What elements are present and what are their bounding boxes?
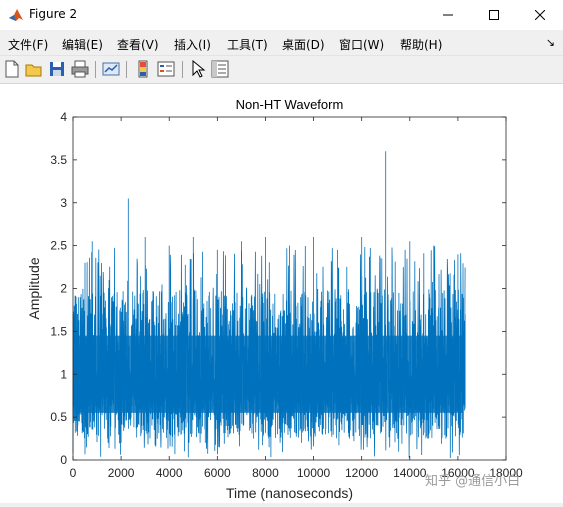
menu-view[interactable]: 查看(V): [117, 36, 159, 53]
figure-canvas: 0 2000 4000 6000 8000 10000 12000 14000 16000 180…: [0, 84, 563, 503]
x-tick-label: 8000: [252, 466, 279, 480]
pointer-icon[interactable]: [189, 60, 207, 78]
close-icon: [535, 10, 545, 20]
x-tick-label: 6000: [204, 466, 231, 480]
x-axis-label: Time (nanoseconds): [226, 485, 353, 501]
maximize-icon: [489, 10, 499, 20]
x-tick-label: 12000: [345, 466, 379, 480]
menu-insert[interactable]: 插入(I): [174, 36, 211, 53]
title-bar: Figure 2: [0, 0, 563, 30]
menu-file[interactable]: 文件(F): [8, 36, 48, 53]
new-figure-icon[interactable]: [3, 60, 21, 78]
y-tick-label: 2: [60, 282, 67, 296]
y-tick-label: 2.5: [50, 239, 67, 253]
chart-title: Non-HT Waveform: [236, 97, 344, 112]
y-tick-label: 1.5: [50, 324, 67, 338]
save-icon[interactable]: [48, 60, 66, 78]
menu-edit[interactable]: 编辑(E): [62, 36, 103, 53]
y-tick-label: 0.5: [50, 410, 67, 424]
x-tick-label: 2000: [108, 466, 135, 480]
toolbar: [0, 56, 563, 84]
y-axis-label: Amplitude: [26, 257, 42, 319]
y-tick-label: 4: [60, 110, 67, 124]
y-tick-label: 0: [60, 453, 67, 467]
close-button[interactable]: [517, 0, 563, 30]
x-tick-label: 4000: [156, 466, 183, 480]
x-tick-label: 10000: [297, 466, 331, 480]
minimize-icon: [443, 14, 453, 16]
menu-overflow-arrow[interactable]: ↘: [546, 36, 555, 49]
link-plot-icon[interactable]: [102, 60, 120, 78]
menu-help[interactable]: 帮助(H): [400, 36, 442, 53]
watermark-text: 知乎 @通信小白: [425, 474, 521, 489]
waveform-chart: 0 2000 4000 6000 8000 10000 12000 14000 16000 180…: [26, 97, 523, 501]
x-tick-label: 0: [70, 466, 77, 480]
legend-icon[interactable]: [157, 60, 175, 78]
colorbar-icon[interactable]: [134, 60, 152, 78]
open-icon[interactable]: [25, 60, 43, 78]
y-tick-label: 3: [60, 196, 67, 210]
menu-window[interactable]: 窗口(W): [339, 36, 384, 53]
x-tick-label: 14000: [393, 466, 427, 480]
menu-desktop[interactable]: 桌面(D): [282, 36, 325, 53]
minimize-button[interactable]: [425, 0, 471, 30]
toolbar-separator: [95, 61, 96, 78]
matlab-icon: [9, 9, 23, 21]
menu-tools[interactable]: 工具(T): [227, 36, 268, 53]
property-inspector-icon[interactable]: [211, 60, 229, 78]
toolbar-separator: [126, 61, 127, 78]
waveform-band: [75, 335, 464, 413]
toolbar-separator: [182, 61, 183, 78]
y-tick-label: 1: [60, 367, 67, 381]
print-icon[interactable]: [71, 60, 89, 78]
maximize-button[interactable]: [471, 0, 517, 30]
window-title: Figure 2: [29, 7, 78, 21]
menu-bar: 文件(F) 编辑(E) 查看(V) 插入(I) 工具(T) 桌面(D) 窗口(W…: [0, 30, 563, 56]
y-tick-label: 3.5: [50, 153, 67, 167]
